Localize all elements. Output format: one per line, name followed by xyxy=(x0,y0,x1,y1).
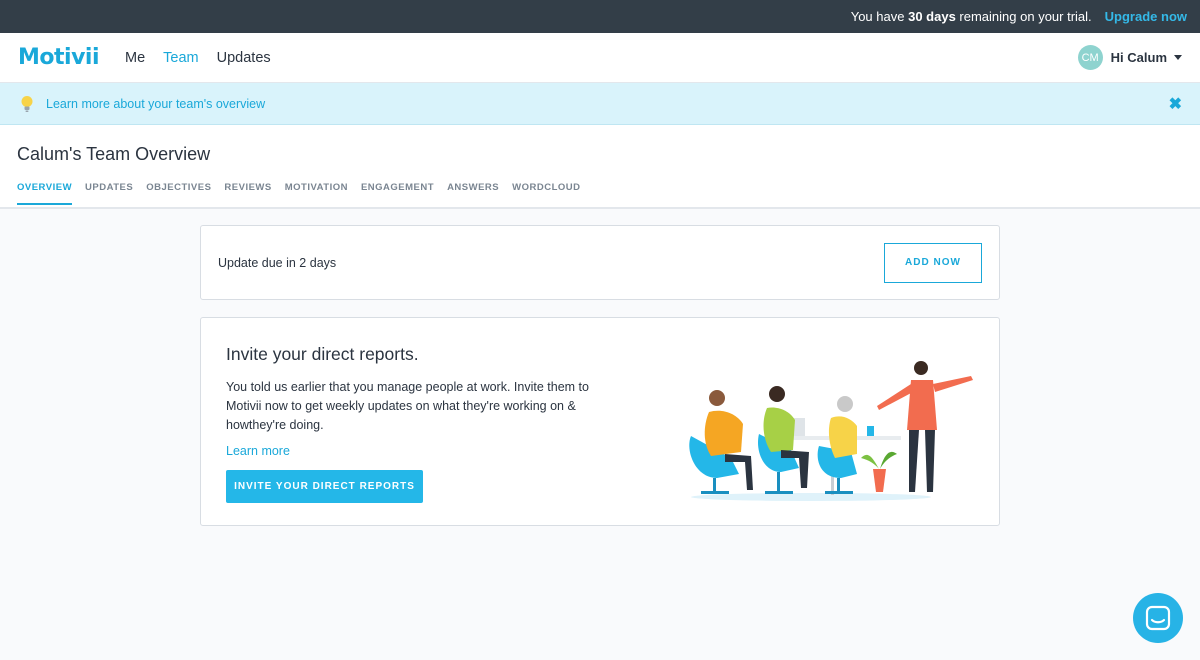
user-menu[interactable]: CM Hi Calum xyxy=(1077,45,1182,70)
nav-item-updates[interactable]: Updates xyxy=(217,50,271,66)
tab-reviews[interactable]: REVIEWS xyxy=(224,182,271,205)
invite-description: You told us earlier that you manage peop… xyxy=(226,380,589,432)
chat-icon xyxy=(1145,605,1171,631)
tab-engagement[interactable]: ENGAGEMENT xyxy=(361,182,434,205)
tab-wordcloud[interactable]: WORDCLOUD xyxy=(512,182,580,205)
top-nav: Motivii Me Team Updates CM Hi Calum xyxy=(0,33,1200,83)
trial-bar: You have 30 days remaining on your trial… xyxy=(0,0,1200,33)
trial-prefix: You have xyxy=(850,9,905,24)
chat-launcher-button[interactable] xyxy=(1133,593,1183,643)
tab-overview[interactable]: OVERVIEW xyxy=(17,182,73,205)
lightbulb-icon xyxy=(21,95,33,112)
close-icon[interactable]: ✖ xyxy=(1169,94,1182,114)
avatar: CM xyxy=(1077,45,1103,70)
tab-answers[interactable]: ANSWERS xyxy=(447,182,499,205)
info-banner: Learn more about your team's overview ✖ xyxy=(0,83,1200,125)
invite-card: Invite your direct reports. You told us … xyxy=(200,317,1000,526)
upgrade-link[interactable]: Upgrade now xyxy=(1105,9,1187,24)
trial-days: 30 days xyxy=(908,9,956,24)
tab-updates[interactable]: UPDATES xyxy=(85,182,133,205)
tab-objectives[interactable]: OBJECTIVES xyxy=(146,182,211,205)
update-due-text: Update due in 2 days xyxy=(218,255,337,270)
add-now-button[interactable]: ADD NOW xyxy=(884,242,982,283)
page-header: Calum's Team Overview OVERVIEW UPDATES O… xyxy=(0,125,1200,209)
overview-tabs: OVERVIEW UPDATES OBJECTIVES REVIEWS MOTI… xyxy=(17,182,1200,205)
motivii-logo[interactable]: Motivii xyxy=(18,45,100,70)
chevron-down-icon xyxy=(1174,55,1182,60)
tab-motivation[interactable]: MOTIVATION xyxy=(285,182,348,205)
nav-item-me[interactable]: Me xyxy=(125,50,145,66)
nav-item-team[interactable]: Team xyxy=(163,50,198,66)
banner-learn-more-link[interactable]: Learn more about your team's overview xyxy=(46,97,265,111)
user-greeting: Hi Calum xyxy=(1110,50,1167,65)
team-meeting-illustration xyxy=(689,361,973,501)
learn-more-link[interactable]: Learn more xyxy=(226,444,290,458)
update-due-card: Update due in 2 days ADD NOW xyxy=(200,225,1000,300)
page-title: Calum's Team Overview xyxy=(17,144,211,164)
trial-suffix: remaining on your trial. xyxy=(959,9,1092,24)
invite-direct-reports-button[interactable]: INVITE YOUR DIRECT REPORTS xyxy=(226,470,423,503)
